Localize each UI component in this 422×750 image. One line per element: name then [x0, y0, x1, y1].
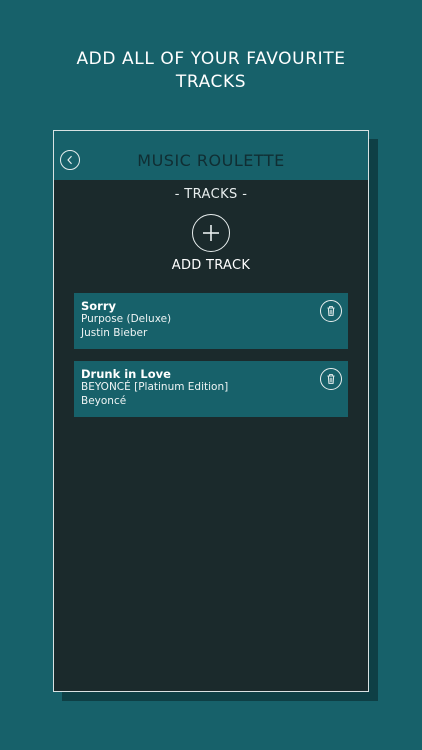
add-track-label[interactable]: ADD TRACK [54, 258, 368, 273]
trash-icon [327, 374, 335, 384]
track-album: BEYONCÉ [Platinum Edition] [81, 381, 229, 393]
plus-icon [203, 225, 219, 241]
promo-line-2: TRACKS [175, 72, 247, 92]
delete-track-button[interactable] [320, 368, 342, 390]
track-album: Purpose (Deluxe) [81, 313, 172, 325]
promo-line-1: ADD ALL OF YOUR FAVOURITE [76, 49, 346, 69]
track-card[interactable]: Sorry Purpose (Deluxe) Justin Bieber [74, 293, 348, 349]
trash-icon [327, 306, 335, 316]
track-title: Sorry [81, 299, 117, 313]
delete-track-button[interactable] [320, 300, 342, 322]
section-title: - TRACKS - [174, 187, 248, 202]
add-track-button[interactable] [192, 214, 230, 252]
phone-screen: MUSIC ROULETTE - TRACKS - ADD TRACK Sorr… [53, 130, 369, 692]
app-title: MUSIC ROULETTE [137, 151, 285, 170]
track-title: Drunk in Love [81, 367, 171, 381]
app-header: MUSIC ROULETTE [54, 131, 368, 180]
track-artist: Beyoncé [81, 394, 127, 407]
track-artist: Justin Bieber [81, 326, 148, 339]
promo-heading: ADD ALL OF YOUR FAVOURITE TRACKS [0, 48, 422, 94]
track-card[interactable]: Drunk in Love BEYONCÉ [Platinum Edition]… [74, 361, 348, 417]
